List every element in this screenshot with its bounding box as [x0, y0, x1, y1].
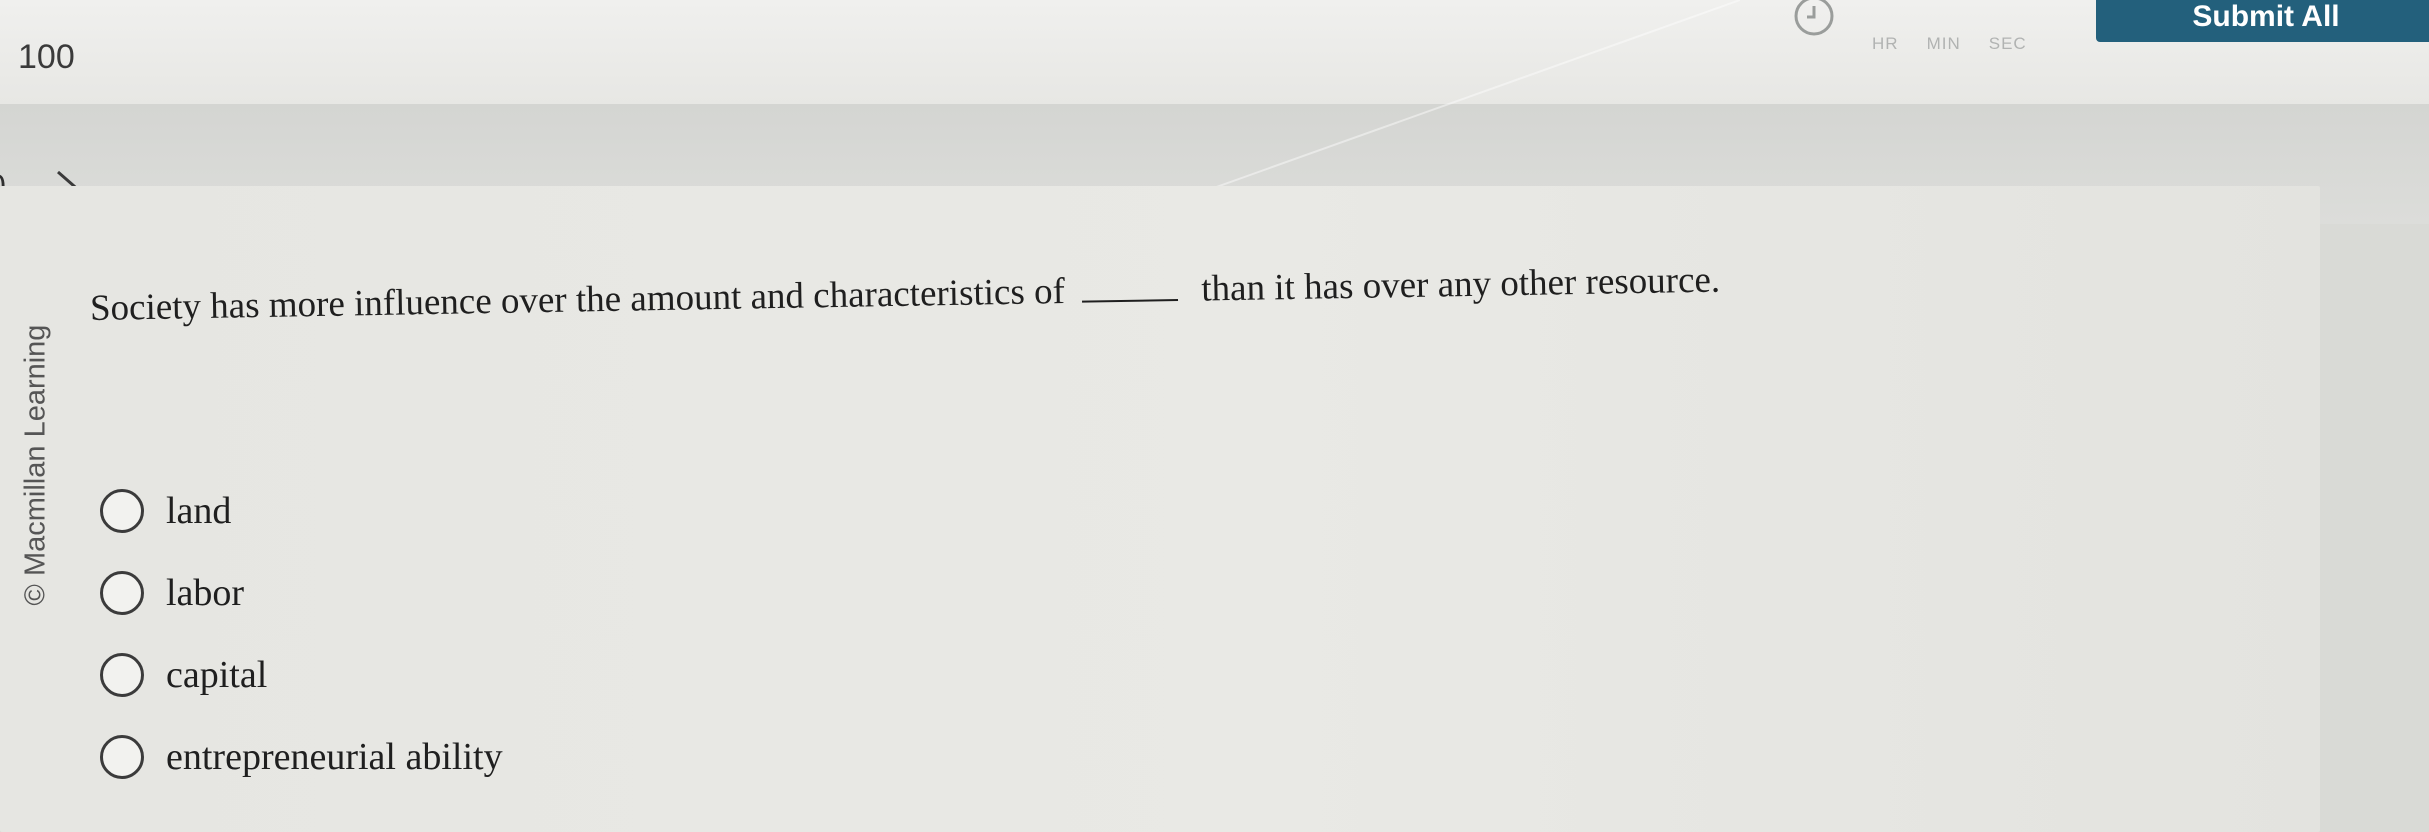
answer-choices: land labor capital entrepreneurial abili…	[100, 470, 503, 798]
choice-capital[interactable]: capital	[100, 634, 503, 716]
radio-button[interactable]	[100, 735, 144, 779]
macmillan-credit: © Macmillan Learning	[19, 324, 52, 606]
choice-labor[interactable]: labor	[100, 552, 503, 634]
timer-label-min: MIN	[1926, 34, 1961, 53]
top-bar: 100 HR MIN SEC Submit All	[0, 0, 2429, 106]
choice-entrepreneurial-ability[interactable]: entrepreneurial ability	[100, 716, 503, 798]
choice-label: labor	[166, 572, 245, 614]
radio-button[interactable]	[100, 489, 144, 533]
question-text-after: than it has over any other resource.	[1200, 259, 1721, 310]
radio-button[interactable]	[100, 653, 144, 697]
radio-button[interactable]	[100, 571, 144, 615]
submit-all-button[interactable]: Submit All	[2096, 0, 2429, 42]
choice-label: land	[166, 490, 232, 532]
choice-land[interactable]: land	[100, 470, 503, 552]
answer-blank	[1082, 295, 1179, 303]
choice-label: capital	[166, 654, 268, 696]
timer-icon[interactable]	[1790, 0, 1838, 40]
points-value: 100	[18, 38, 75, 76]
timer-label-sec: SEC	[1988, 34, 2027, 53]
timer-label-hr: HR	[1872, 34, 1899, 53]
choice-label: entrepreneurial ability	[166, 736, 503, 778]
timer-labels: HR MIN SEC	[1872, 34, 2027, 54]
